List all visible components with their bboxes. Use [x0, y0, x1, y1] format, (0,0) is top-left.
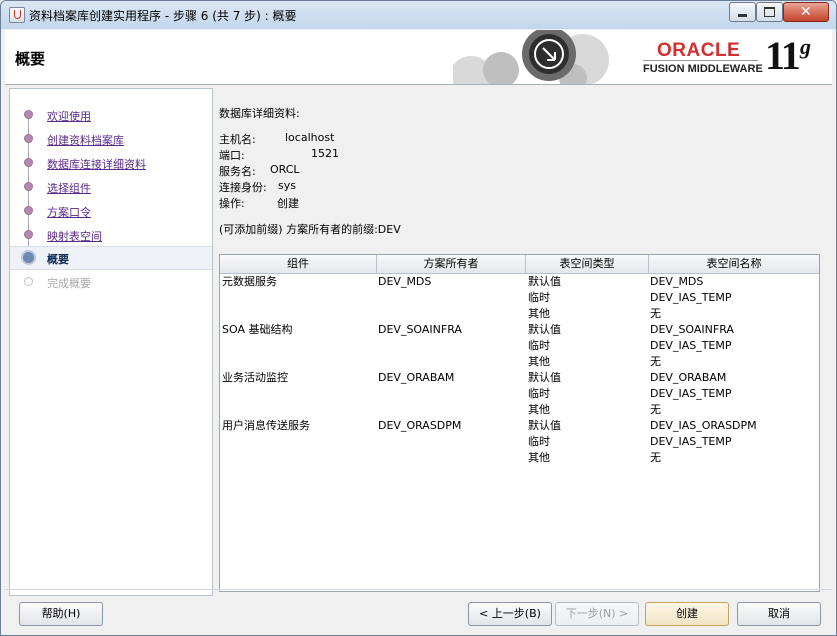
nav-step-schema-passwords[interactable]: 方案口令 [10, 200, 212, 222]
connect-as-label: 连接身份: [219, 181, 267, 194]
row-tablespace: 无 [650, 355, 661, 368]
row-owner: DEV_MDS [378, 275, 432, 288]
column-header-component[interactable]: 组件 [220, 255, 377, 274]
port-value: 1521 [311, 147, 339, 160]
row-type: 默认值 [528, 323, 561, 336]
nav-step-select-components[interactable]: 选择组件 [10, 176, 212, 198]
row-type: 临时 [528, 339, 550, 352]
operation-value: 创建 [277, 197, 299, 210]
step-node-icon [24, 182, 33, 191]
row-type: 临时 [528, 435, 550, 448]
help-button[interactable]: 帮助(H) [19, 602, 103, 626]
version-suffix: g [800, 34, 811, 59]
nav-step-summary[interactable]: 概要 [10, 246, 212, 270]
summary-panel: 数据库详细资料: 主机名: localhost 端口: 1521 服务名: OR… [216, 88, 828, 594]
wizard-header: 概要 ORACLE FUSION MIDDLEWARE 11 g [5, 30, 832, 85]
row-tablespace: DEV_IAS_TEMP [650, 339, 732, 352]
fusion-middleware-logo: FUSION MIDDLEWARE [643, 63, 763, 75]
oracle-logo: ORACLE [657, 40, 741, 61]
service-label: 服务名: [219, 165, 256, 178]
row-owner: DEV_ORASDPM [378, 419, 462, 432]
cancel-button[interactable]: 取消 [737, 602, 821, 626]
step-node-icon [24, 206, 33, 215]
row-tablespace: DEV_IAS_TEMP [650, 435, 732, 448]
footer-divider [5, 589, 832, 590]
row-tablespace: 无 [650, 307, 661, 320]
host-label: 主机名: [219, 133, 256, 146]
step-node-icon [24, 158, 33, 167]
step-node-icon [24, 277, 33, 286]
nav-step-completion-summary: 完成概要 [10, 271, 212, 293]
minimize-icon [738, 14, 747, 17]
step-node-icon [24, 230, 33, 239]
row-tablespace: 无 [650, 451, 661, 464]
nav-step-db-connection[interactable]: 数据库连接详细资料 [10, 152, 212, 174]
row-component: 业务活动监控 [222, 371, 288, 384]
current-step-icon [21, 250, 36, 265]
nav-step-map-tablespaces[interactable]: 映射表空间 [10, 224, 212, 246]
row-tablespace: 无 [650, 403, 661, 416]
row-type: 默认值 [528, 275, 561, 288]
close-icon: ✕ [800, 4, 812, 20]
maximize-button[interactable] [756, 2, 783, 22]
brand-divider [643, 60, 758, 61]
schema-table: 组件 方案所有者 表空间类型 表空间名称 元数据服务 DEV_MDS 默认值 D… [219, 254, 820, 592]
wizard-window: 资料档案库创建实用程序 - 步骤 6 (共 7 步) : 概要 ✕ 概要 ORA… [0, 0, 837, 636]
close-button[interactable]: ✕ [783, 2, 829, 22]
row-tablespace: DEV_ORABAM [650, 371, 727, 384]
row-type: 临时 [528, 387, 550, 400]
db-details-heading: 数据库详细资料: [219, 107, 300, 120]
column-header-tablespace-type[interactable]: 表空间类型 [526, 255, 649, 274]
row-owner: DEV_SOAINFRA [378, 323, 462, 336]
nav-step-create-repository[interactable]: 创建资料档案库 [10, 128, 212, 150]
column-header-owner[interactable]: 方案所有者 [377, 255, 526, 274]
row-type: 默认值 [528, 419, 561, 432]
maximize-icon [764, 7, 775, 17]
gears-graphic-icon [453, 30, 609, 84]
minimize-button[interactable] [729, 2, 756, 22]
row-tablespace: DEV_IAS_TEMP [650, 387, 732, 400]
row-owner: DEV_ORABAM [378, 371, 455, 384]
operation-label: 操作: [219, 197, 245, 210]
prefix-note: (可添加前缀) 方案所有者的前缀:DEV [219, 223, 401, 236]
java-app-icon [9, 7, 25, 23]
step-navigation: 欢迎使用 创建资料档案库 数据库连接详细资料 选择组件 方案口令 映射表空间 概… [9, 88, 213, 596]
row-type: 其他 [528, 307, 550, 320]
row-component: SOA 基础结构 [222, 323, 293, 336]
wizard-body: 欢迎使用 创建资料档案库 数据库连接详细资料 选择组件 方案口令 映射表空间 概… [5, 85, 832, 596]
row-type: 其他 [528, 451, 550, 464]
row-tablespace: DEV_SOAINFRA [650, 323, 734, 336]
row-type: 临时 [528, 291, 550, 304]
row-type: 其他 [528, 403, 550, 416]
step-node-icon [24, 110, 33, 119]
nav-step-welcome[interactable]: 欢迎使用 [10, 104, 212, 126]
next-button: 下一步(N) > [555, 602, 639, 626]
window-title: 资料档案库创建实用程序 - 步骤 6 (共 7 步) : 概要 [29, 9, 297, 23]
service-value: ORCL [270, 163, 300, 176]
column-header-tablespace-name[interactable]: 表空间名称 [649, 255, 819, 274]
back-button[interactable]: < 上一步(B) [468, 602, 552, 626]
create-button[interactable]: 创建 [645, 602, 729, 626]
title-bar[interactable]: 资料档案库创建实用程序 - 步骤 6 (共 7 步) : 概要 ✕ [1, 1, 836, 29]
host-value: localhost [285, 131, 335, 144]
row-tablespace: DEV_MDS [650, 275, 704, 288]
row-tablespace: DEV_IAS_ORASDPM [650, 419, 757, 432]
page-title: 概要 [15, 50, 46, 68]
row-type: 其他 [528, 355, 550, 368]
step-node-icon [24, 134, 33, 143]
row-component: 用户消息传送服务 [222, 419, 310, 432]
row-tablespace: DEV_IAS_TEMP [650, 291, 732, 304]
port-label: 端口: [219, 149, 245, 162]
connect-as-value: sys [278, 179, 296, 192]
version-number: 11 [765, 33, 801, 78]
row-type: 默认值 [528, 371, 561, 384]
row-component: 元数据服务 [222, 275, 277, 288]
